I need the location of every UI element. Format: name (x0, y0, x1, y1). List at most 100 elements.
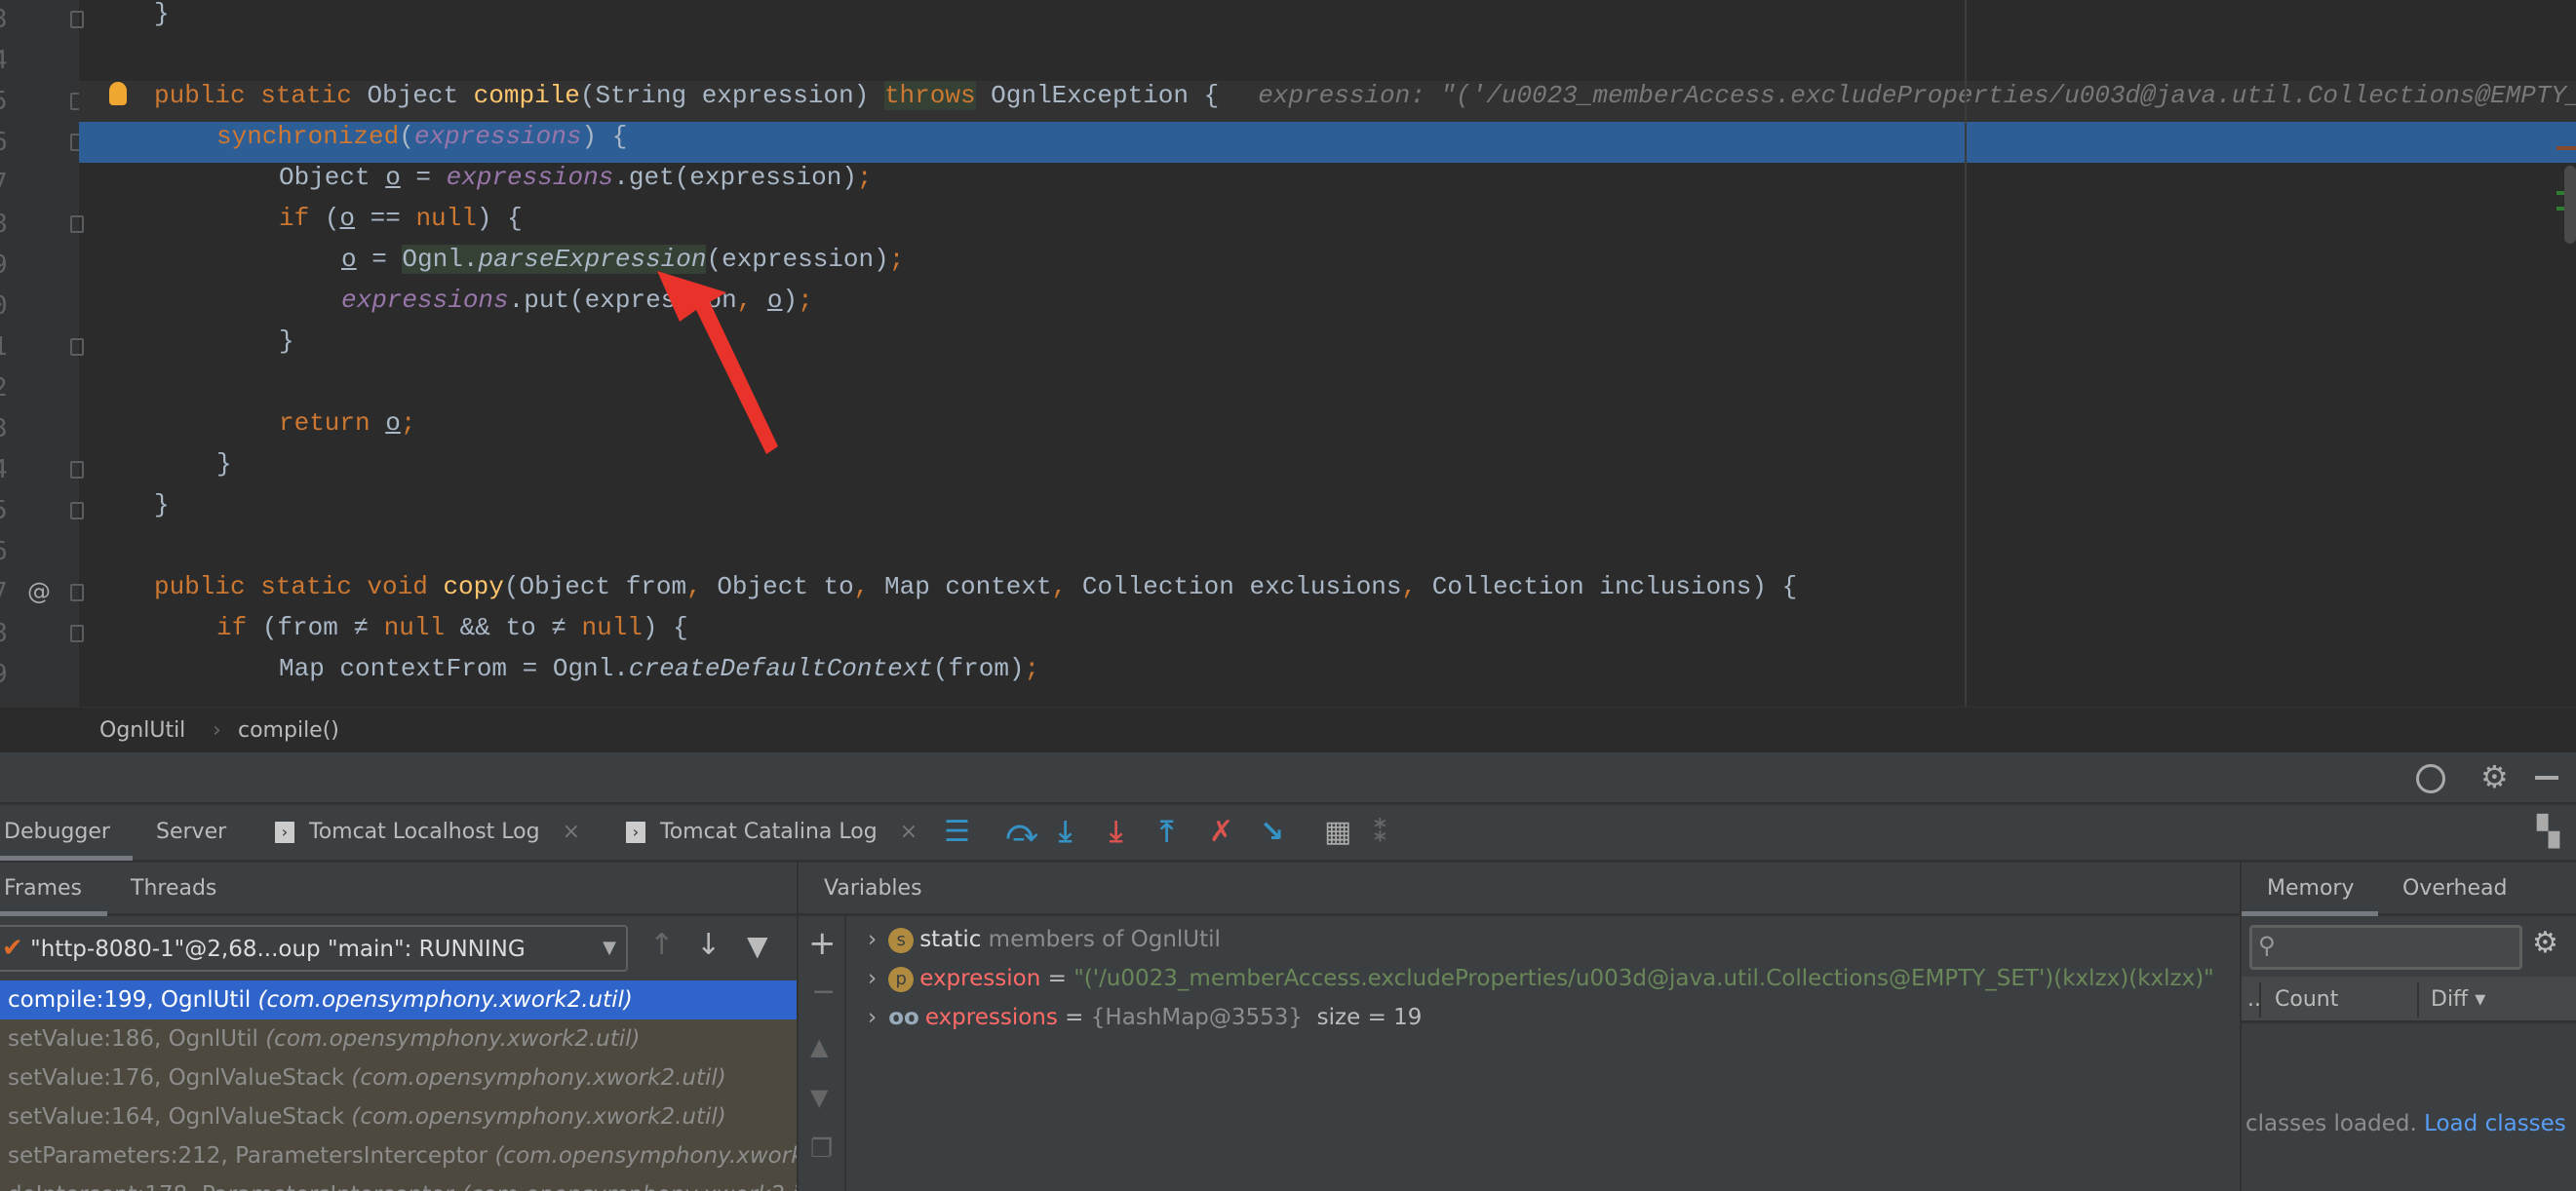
add-watch-icon[interactable]: + (808, 924, 837, 963)
run-to-cursor-icon[interactable]: ↘ (1260, 815, 1284, 850)
status-text: classes loaded. (2245, 1111, 2417, 1136)
breadcrumb-class[interactable]: OgnlUtil (99, 708, 185, 753)
code-token: , (686, 572, 718, 601)
memory-search-input[interactable]: ⚲ (2249, 925, 2522, 970)
line-number[interactable]: 9 (0, 654, 8, 695)
check-icon: ✔ (2, 934, 23, 963)
variable-row[interactable]: › p expression = "('/u0023_memberAccess.ex… (846, 959, 2214, 998)
minimize-icon[interactable] (2535, 776, 2558, 780)
line-number[interactable]: 5 (0, 490, 8, 531)
close-icon[interactable]: × (900, 820, 917, 844)
tab-tomcat-localhost-log[interactable]: › Tomcat Localhost Log × (275, 805, 580, 860)
frame-package: (com.opensymphony.xwork2.interceptor) (461, 1182, 797, 1191)
move-down-icon[interactable]: ▼ (810, 1084, 828, 1111)
crosshair-icon[interactable] (2416, 764, 2445, 793)
memory-header: Memory Overhead (2240, 863, 2576, 916)
frame-row[interactable]: setValue:164, OgnlValueStack (com.opensy… (0, 1097, 797, 1136)
console-icon: › (275, 822, 294, 843)
remove-watch-icon[interactable]: − (811, 975, 836, 1009)
close-icon[interactable]: × (563, 820, 580, 844)
code-token: Collection exclusions (1081, 572, 1402, 601)
frame-row[interactable]: setValue:176, OgnlValueStack (com.opensy… (0, 1058, 797, 1097)
memory-status: classes loaded. Load classes (2245, 1111, 2566, 1136)
frame-row[interactable]: setParameters:212, ParametersInterceptor… (0, 1136, 797, 1175)
drop-frame-icon[interactable]: ✗ (1209, 815, 1233, 850)
variables-toolbar: + − ▲ ▼ ❐ (797, 916, 846, 1191)
step-into-icon[interactable]: ⤓ (1059, 815, 1072, 850)
expand-chevron-icon[interactable]: › (868, 927, 877, 952)
breadcrumb-method[interactable]: compile() (238, 708, 339, 753)
tab-frames[interactable]: Frames (4, 876, 82, 901)
tab-overhead[interactable]: Overhead (2402, 876, 2507, 901)
frame-row[interactable]: compile:199, OgnlUtil (com.opensymphony.… (0, 980, 797, 1019)
override-marker-icon[interactable]: @ (27, 578, 51, 605)
step-over-icon[interactable]: ⤼ (1006, 815, 1037, 850)
console-icon: › (626, 822, 645, 843)
frame-package: (com.opensymphony.xwork2.util) (265, 1026, 641, 1052)
code-token: Object to (717, 572, 854, 601)
frame-method: setValue:186, OgnlUtil (8, 1026, 258, 1052)
code-token: && to ≠ (459, 613, 582, 642)
code-line[interactable]: public static void copy(Object from, Obj… (79, 572, 2576, 613)
code-editor[interactable]: 34567890123456789 }public static Object … (0, 0, 2576, 707)
line-number[interactable]: 7 (0, 572, 8, 613)
arrow-shape (657, 271, 778, 454)
tab-tomcat-catalina-log[interactable]: › Tomcat Catalina Log × (626, 805, 917, 860)
line-number[interactable]: 6 (0, 531, 8, 572)
code-token: Collection inclusions) { (1431, 572, 1798, 601)
tab-threads[interactable]: Threads (131, 876, 216, 901)
show-execution-point-icon[interactable]: ☰ (944, 815, 970, 850)
line-number[interactable]: 8 (0, 613, 8, 654)
trace-icon[interactable]: ⁑ (1373, 815, 1388, 850)
frame-row[interactable]: doIntercept:178, ParametersInterceptor (… (0, 1175, 797, 1191)
column-diff[interactable]: Diff ▾ (2431, 977, 2485, 1023)
tab-server[interactable]: Server (156, 805, 226, 860)
evaluate-expression-icon[interactable]: ▦ (1324, 815, 1351, 850)
force-step-into-icon[interactable]: ⤓ (1110, 815, 1122, 850)
column-count[interactable]: Count (2275, 977, 2338, 1023)
tab-label: Tomcat Catalina Log (660, 820, 878, 844)
code-token: , (1051, 572, 1082, 601)
frame-method: compile:199, OgnlUtil (8, 987, 252, 1013)
frame-row[interactable]: setValue:186, OgnlUtil (com.opensymphony… (0, 1019, 797, 1058)
move-up-icon[interactable]: ▲ (810, 1033, 828, 1060)
chevron-down-icon: ▼ (603, 938, 616, 958)
code-token: null (383, 613, 460, 642)
step-out-icon[interactable]: ⤒ (1160, 815, 1173, 850)
editor-scrollbar[interactable] (2564, 166, 2576, 244)
layout-settings-icon[interactable]: ▚ (2537, 815, 2559, 850)
expand-chevron-icon[interactable]: › (868, 966, 877, 991)
gear-icon[interactable]: ⚙ (2480, 758, 2509, 795)
red-arrow-annotation (657, 271, 778, 454)
variables-tree: › s static members of OgnlUtil › p expression… (846, 916, 2240, 1191)
next-frame-icon[interactable]: ↓ (696, 928, 721, 962)
tab-label: Server (156, 820, 227, 844)
frame-package: (com.opensymphony.xwork2.util) (351, 1104, 726, 1130)
code-line[interactable]: Map contextFrom = Ognl.createDefaultCont… (79, 654, 2576, 695)
code-line[interactable]: if (from ≠ null && to ≠ null) { (79, 613, 2576, 654)
load-classes-link[interactable]: Load classes (2424, 1111, 2566, 1136)
frame-method: setValue:176, OgnlValueStack (8, 1065, 345, 1091)
breadcrumb-separator: › (213, 718, 221, 743)
frame-method: setValue:164, OgnlValueStack (8, 1104, 345, 1130)
code-line[interactable]: } (79, 490, 2576, 531)
previous-frame-icon[interactable]: ↑ (649, 928, 674, 962)
inline-debug-value: expression: "('/u0023_memberAccess.exclu… (1258, 81, 2576, 110)
code-line[interactable] (79, 531, 2576, 572)
tab-memory[interactable]: Memory (2267, 876, 2354, 901)
frame-package: (com.opensymphony.xwork2.util) (351, 1065, 726, 1091)
code-token: (Object from (503, 572, 687, 601)
tab-label: Tomcat Localhost Log (309, 820, 540, 844)
copy-icon[interactable]: ❐ (810, 1134, 833, 1164)
var-value: {HashMap@3553} (1090, 1005, 1304, 1030)
variable-row[interactable]: › oo expressions = {HashMap@3553} size = 1… (846, 998, 1422, 1037)
variable-row[interactable]: › s static members of OgnlUtil (846, 920, 1221, 959)
tab-debugger[interactable]: Debugger (4, 805, 110, 860)
filter-icon[interactable]: ▼ (747, 930, 768, 962)
thread-selector[interactable]: ✔ "http-8080-1"@2,68...oup "main": RUNNI… (0, 925, 628, 972)
expand-chevron-icon[interactable]: › (868, 1005, 877, 1030)
code-token: (from) (932, 654, 1025, 683)
memory-settings-icon[interactable]: ⚙ (2532, 926, 2558, 960)
static-badge-icon: s (888, 927, 915, 953)
code-token: } (154, 490, 170, 519)
